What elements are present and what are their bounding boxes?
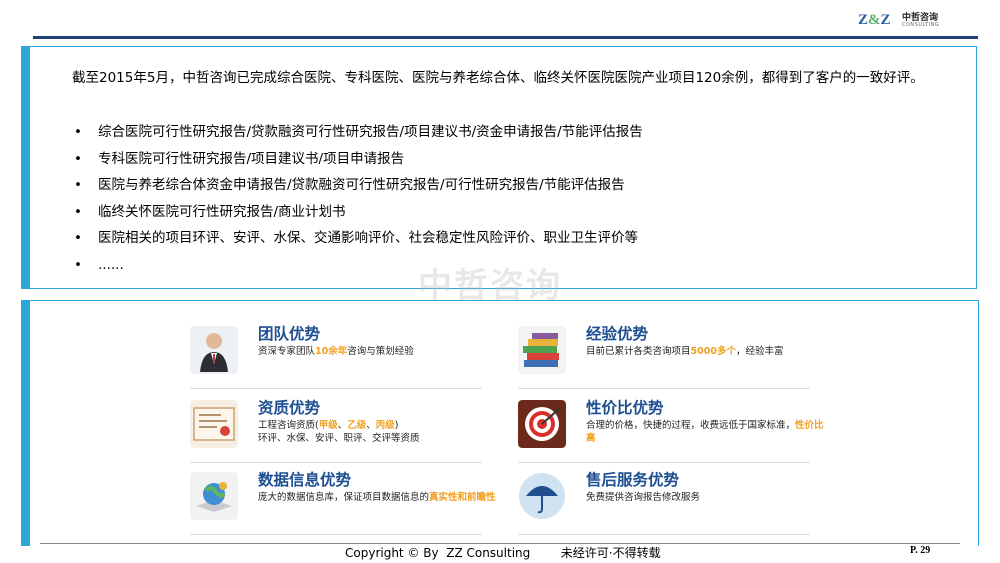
card-description: 资深专家团队10余年咨询与策划经验 — [258, 346, 414, 357]
divider — [190, 388, 482, 389]
report-type-list: 综合医院可行性研究报告/贷款融资可行性研究报告/项目建议书/资金申请报告/节能评… — [74, 119, 643, 278]
panel-accent-bar — [22, 301, 30, 546]
card-title: 经验优势 — [586, 325, 649, 343]
project-summary-panel: 截至2015年5月，中哲咨询已完成综合医院、专科医院、医院与养老综合体、临终关怀… — [21, 46, 977, 289]
page-number: P. 29 — [910, 545, 931, 556]
card-title: 资质优势 — [258, 399, 321, 417]
card-description: 目前已累计各类咨询项目5000多个，经验丰富 — [586, 346, 784, 357]
divider — [518, 388, 810, 389]
certificate-icon — [190, 400, 238, 448]
divider — [518, 462, 810, 463]
target-icon — [518, 400, 566, 448]
company-logo: Z&Z 中哲咨询 CONSULTING — [858, 10, 948, 32]
list-item: 临终关怀医院可行性研究报告/商业计划书 — [74, 199, 643, 226]
umbrella-icon — [519, 473, 565, 519]
team-advantage-card: 团队优势 资深专家团队10余年咨询与策划经验 — [190, 322, 482, 389]
logo-name-en: CONSULTING — [902, 22, 940, 28]
logo-mark: Z&Z — [858, 12, 891, 28]
data-globe-icon — [190, 472, 238, 520]
experience-advantage-card: 经验优势 目前已累计各类咨询项目5000多个，经验丰富 — [518, 322, 810, 389]
card-description: 工程咨询资质(甲级、乙级、丙级) 环评、水保、安评、职评、交评等资质 — [258, 420, 420, 444]
card-description: 合理的价格，快捷的过程，收费远低于国家标准，性价比高 — [586, 420, 824, 444]
card-title: 售后服务优势 — [586, 471, 680, 489]
divider — [190, 462, 482, 463]
service-advantage-card: 售后服务优势 免费提供咨询报告修改服务 — [518, 468, 810, 535]
qualification-advantage-card: 资质优势 工程咨询资质(甲级、乙级、丙级) 环评、水保、安评、职评、交评等资质 — [190, 396, 482, 463]
panel-accent-bar — [22, 47, 30, 288]
books-stack-icon — [518, 326, 566, 374]
copyright-notice: Copyright © By ZZ Consulting 未经许可·不得转载 — [345, 546, 661, 560]
list-item: 综合医院可行性研究报告/贷款融资可行性研究报告/项目建议书/资金申请报告/节能评… — [74, 119, 643, 146]
value-advantage-card: 性价比优势 合理的价格，快捷的过程，收费远低于国家标准，性价比高 — [518, 396, 824, 463]
list-item: 医院相关的项目环评、安评、水保、交通影响评价、社会稳定性风险评价、职业卫生评价等 — [74, 225, 643, 252]
card-title: 团队优势 — [258, 325, 321, 343]
list-item: 医院与养老综合体资金申请报告/贷款融资可行性研究报告/可行性研究报告/节能评估报… — [74, 172, 643, 199]
card-title: 性价比优势 — [586, 399, 664, 417]
list-item: 专科医院可行性研究报告/项目建议书/项目申请报告 — [74, 146, 643, 173]
card-title: 数据信息优势 — [258, 471, 352, 489]
divider — [190, 534, 482, 535]
data-advantage-card: 数据信息优势 庞大的数据信息库，保证项目数据信息的真实性和前瞻性 — [190, 468, 496, 535]
team-person-icon — [190, 326, 238, 374]
intro-paragraph: 截至2015年5月，中哲咨询已完成综合医院、专科医院、医院与养老综合体、临终关怀… — [72, 70, 924, 86]
card-description: 免费提供咨询报告修改服务 — [586, 492, 701, 503]
divider — [518, 534, 810, 535]
header-rule — [33, 36, 978, 39]
advantages-panel — [21, 300, 979, 546]
card-description: 庞大的数据信息库，保证项目数据信息的真实性和前瞻性 — [258, 492, 496, 503]
